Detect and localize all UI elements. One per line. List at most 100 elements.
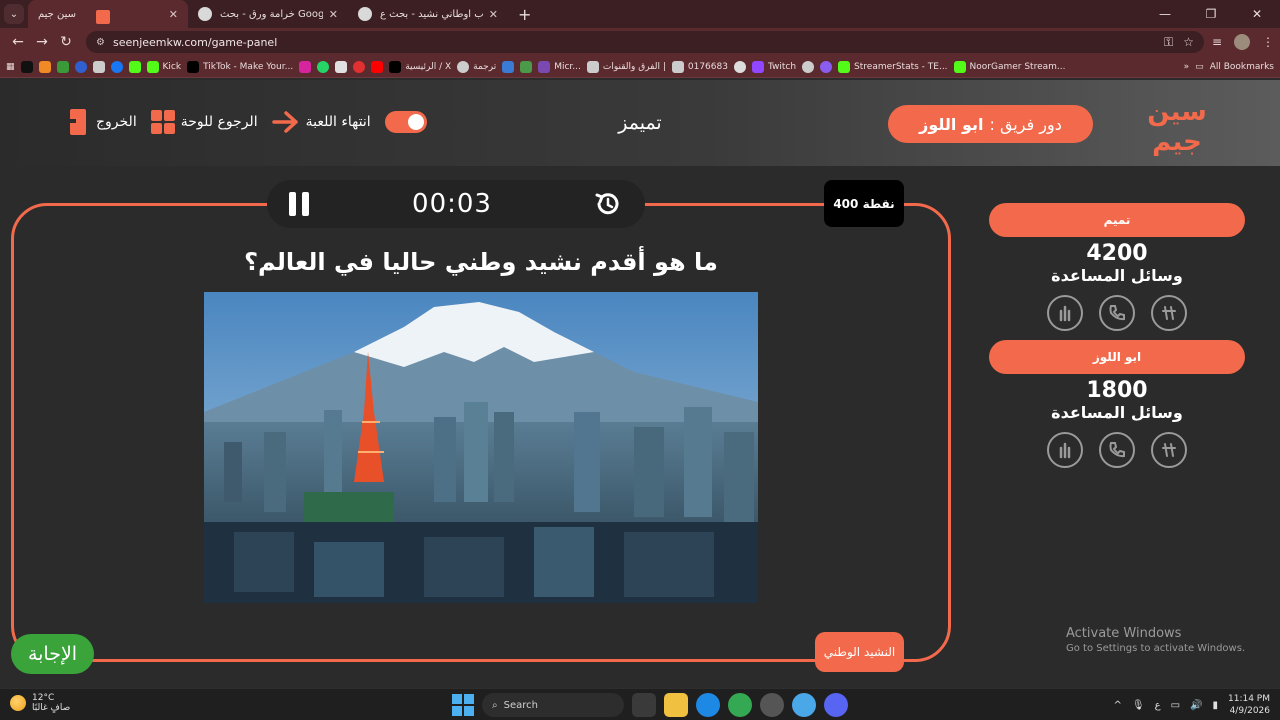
volume-icon[interactable]: 🔊 [1190, 700, 1202, 711]
start-icon[interactable] [452, 694, 474, 716]
bookmark-item[interactable] [733, 60, 746, 73]
close-tab-icon[interactable]: ✕ [329, 8, 338, 21]
app-icon[interactable] [760, 693, 784, 717]
end-game-button[interactable]: انتهاء اللعبة [271, 110, 371, 134]
minimize-icon[interactable]: — [1142, 0, 1188, 28]
timer-bar: 00:03 [267, 180, 645, 228]
double-points-icon[interactable] [1151, 295, 1187, 331]
bookmark-item[interactable] [802, 60, 815, 73]
bookmark-kick[interactable]: Kick [146, 60, 182, 73]
bookmark-label: TikTok - Make Your... [203, 61, 294, 72]
bookmark-translate[interactable]: ترجمة [457, 60, 497, 73]
browser-toolbar: ← → ↻ ⚙ seenjeemkw.com/game-panel ⚿ ☆ ≡ … [0, 28, 1280, 56]
chevron-up-icon[interactable]: ^ [1114, 700, 1122, 711]
points-badge: 400 نقطة [824, 180, 904, 227]
call-friend-icon[interactable] [1099, 432, 1135, 468]
bookmark-item[interactable] [56, 60, 69, 73]
file-explorer-icon[interactable] [664, 693, 688, 717]
bookmark-number[interactable]: 0176683 [671, 60, 728, 73]
profile-avatar[interactable] [1234, 34, 1250, 50]
media-icon[interactable]: ≡ [1212, 35, 1222, 49]
tab-anthem-search[interactable]: بلاد العرب اوطاني نشيد - بحث ع ✕ [348, 0, 508, 28]
team-name[interactable]: ابو اللوز [989, 340, 1245, 374]
settings-toggle[interactable] [384, 111, 427, 133]
bookmark-item[interactable] [520, 60, 533, 73]
pause-icon[interactable] [289, 192, 311, 216]
reset-timer-icon[interactable] [593, 189, 623, 219]
bookmark-item[interactable] [74, 60, 87, 73]
weather-widget[interactable]: 12°C صافٍ غالبًا [10, 693, 70, 713]
back-icon[interactable]: ← [6, 34, 30, 50]
bookmark-item[interactable] [128, 60, 141, 73]
network-icon[interactable]: ▭ [1171, 700, 1180, 711]
bookmark-item[interactable] [353, 60, 366, 73]
turn-prefix: دور فريق : [989, 114, 1062, 134]
close-tab-icon[interactable]: ✕ [489, 8, 498, 21]
edge-icon[interactable] [696, 693, 720, 717]
two-answers-icon[interactable] [1047, 432, 1083, 468]
address-bar[interactable]: ⚙ seenjeemkw.com/game-panel ⚿ ☆ [86, 31, 1204, 53]
seenjeem-logo: سين جيم [1147, 97, 1207, 156]
password-key-icon[interactable]: ⚿ [1164, 35, 1173, 50]
bookmark-x[interactable]: الرئيسية / X [389, 60, 451, 73]
bookmark-streamerstats[interactable]: StreamerStats - TE... [838, 60, 948, 73]
bookmark-noorgamer[interactable]: NoorGamer Stream... [953, 60, 1066, 73]
question-text: ما هو أقدم نشيد وطني حاليا في العالم؟ [244, 248, 718, 276]
gear-icon [407, 114, 424, 130]
task-view-icon[interactable] [632, 693, 656, 717]
double-points-icon[interactable] [1151, 432, 1187, 468]
bookmark-label: ترجمة [473, 61, 497, 72]
app-icon[interactable] [792, 693, 816, 717]
bookmark-tiktok[interactable]: TikTok - Make Your... [187, 60, 294, 73]
bookmark-item[interactable] [317, 60, 330, 73]
tab-google-search[interactable]: خرامة ورق - بحث Google ✕ [188, 0, 348, 28]
apps-icon[interactable]: ▦ [6, 62, 15, 72]
bookmark-item[interactable] [38, 60, 51, 73]
bookmark-item[interactable] [299, 60, 312, 73]
forward-icon[interactable]: → [30, 34, 54, 50]
bookmark-item[interactable] [92, 60, 105, 73]
window-controls: — ❐ ✕ [1142, 0, 1280, 28]
bookmark-item[interactable] [110, 60, 123, 73]
show-answer-button[interactable]: الإجابة [11, 634, 94, 674]
chevron-right-icon: » [1183, 61, 1190, 72]
exit-button[interactable]: الخروج [66, 109, 137, 135]
timer-display: 00:03 [412, 189, 492, 219]
battery-icon[interactable]: ▮ [1212, 700, 1218, 711]
taskbar-search[interactable]: ⌕ Search [482, 693, 624, 717]
tab-seenjeem[interactable]: سين جيم ✕ [28, 0, 188, 28]
site-info-icon[interactable]: ⚙ [96, 37, 105, 48]
chrome-icon[interactable] [728, 693, 752, 717]
two-answers-icon[interactable] [1047, 295, 1083, 331]
bookmark-item[interactable] [820, 60, 833, 73]
clock[interactable]: 11:14 PM 4/9/2026 [1228, 693, 1270, 717]
bookmark-teams[interactable]: الفرق والقنوات | [586, 60, 666, 73]
all-bookmarks-button[interactable]: » ▭ All Bookmarks [1184, 62, 1274, 72]
team-card: تميم 4200 وسائل المساعدة [989, 203, 1245, 331]
close-window-icon[interactable]: ✕ [1234, 0, 1280, 28]
discord-icon[interactable] [824, 693, 848, 717]
url-text: seenjeemkw.com/game-panel [112, 35, 278, 49]
close-tab-icon[interactable]: ✕ [169, 8, 178, 21]
menu-icon[interactable]: ⋮ [1262, 35, 1274, 49]
microphone-icon[interactable]: 🎙 [1132, 700, 1145, 711]
back-to-board-button[interactable]: الرجوع للوحة [150, 110, 258, 134]
reload-icon[interactable]: ↻ [54, 34, 78, 50]
bookmark-item[interactable] [20, 60, 33, 73]
new-tab-button[interactable]: + [508, 0, 541, 28]
bookmark-item[interactable] [371, 60, 384, 73]
bookmark-item[interactable] [335, 60, 348, 73]
tab-search-button[interactable]: ⌄ [4, 4, 24, 24]
temperature: 12°C [32, 693, 55, 703]
bookmark-star-icon[interactable]: ☆ [1183, 35, 1194, 50]
bookmark-twitch[interactable]: Twitch [751, 60, 796, 73]
language-icon[interactable]: ع [1155, 700, 1161, 711]
bookmark-micr[interactable]: Micr... [538, 60, 581, 73]
bookmark-label: Kick [162, 61, 182, 72]
team-name[interactable]: تميم [989, 203, 1245, 237]
bookmark-item[interactable] [502, 60, 515, 73]
aids-row [989, 295, 1245, 331]
call-friend-icon[interactable] [1099, 295, 1135, 331]
team-score: 4200 [1086, 241, 1148, 266]
restore-icon[interactable]: ❐ [1188, 0, 1234, 28]
